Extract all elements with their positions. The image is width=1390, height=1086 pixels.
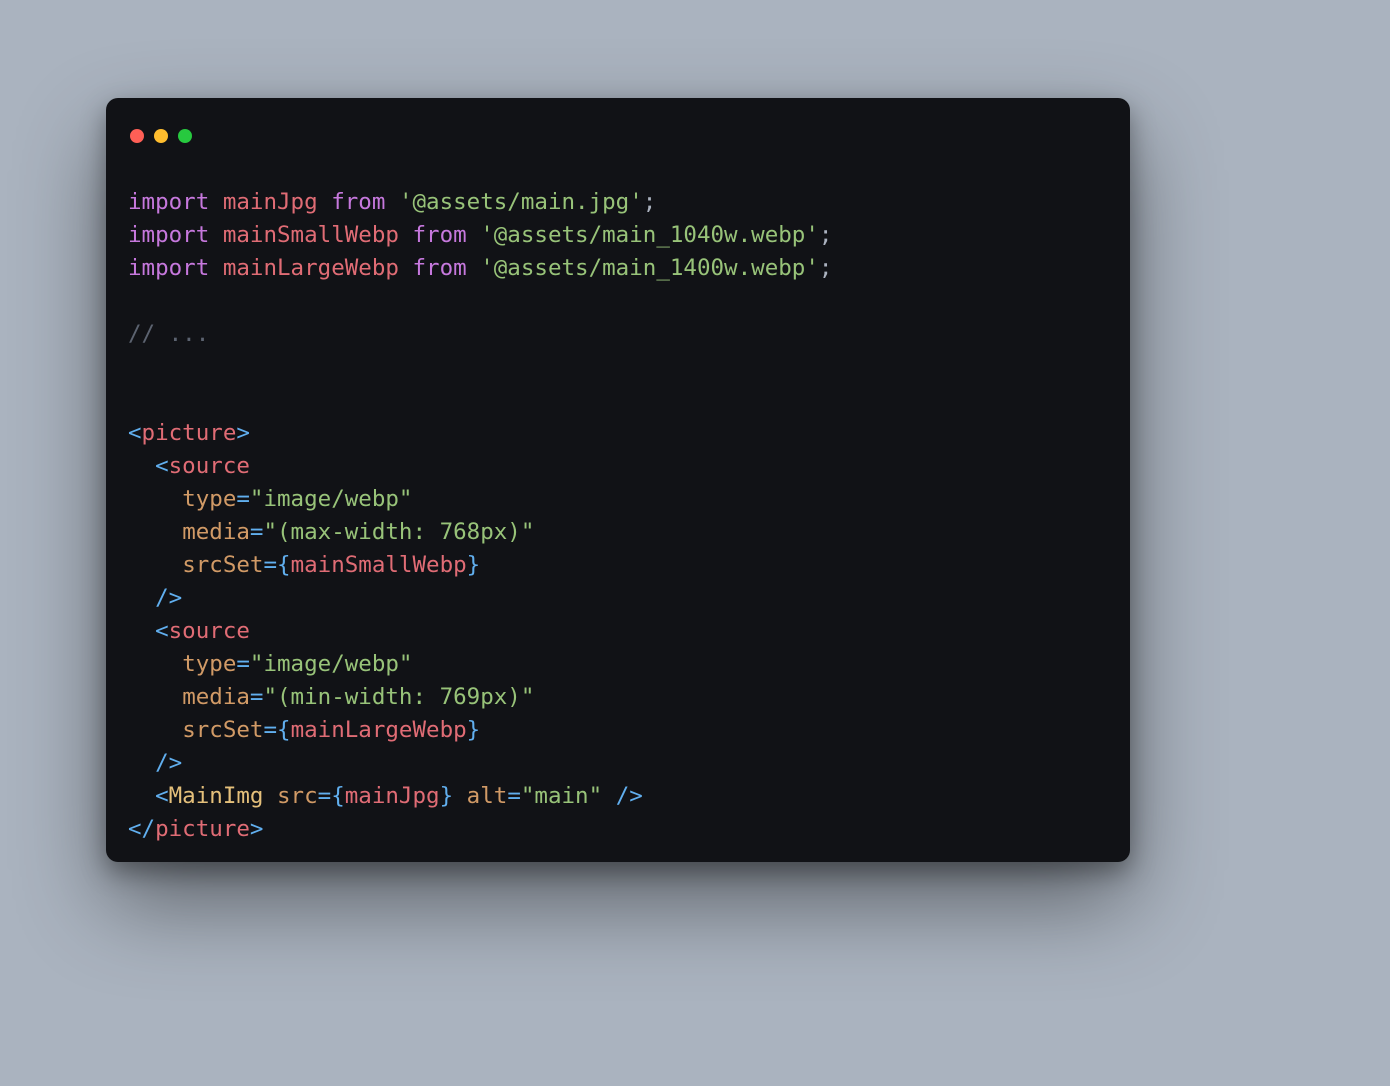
- jsx-attr: srcSet: [182, 717, 263, 743]
- keyword-from: from: [331, 189, 385, 215]
- string-literal: "image/webp": [250, 486, 413, 512]
- keyword-import: import: [128, 255, 209, 281]
- jsx-attr: media: [182, 519, 250, 545]
- close-icon[interactable]: [130, 129, 144, 143]
- string-literal: '@assets/main_1040w.webp': [480, 222, 819, 248]
- punctuation: =: [507, 783, 521, 809]
- brace: }: [467, 552, 481, 578]
- bracket: <: [155, 783, 169, 809]
- window-titlebar: [106, 98, 1130, 158]
- bracket: />: [155, 585, 182, 611]
- jsx-attr: srcSet: [182, 552, 263, 578]
- bracket: />: [155, 750, 182, 776]
- brace: {: [277, 552, 291, 578]
- punctuation: =: [263, 552, 277, 578]
- identifier: mainJpg: [345, 783, 440, 809]
- keyword-from: from: [412, 255, 466, 281]
- identifier: mainSmallWebp: [291, 552, 467, 578]
- jsx-tag: picture: [142, 420, 237, 446]
- punctuation: ;: [819, 255, 833, 281]
- punctuation: =: [263, 717, 277, 743]
- identifier: mainLargeWebp: [223, 255, 399, 281]
- jsx-attr: media: [182, 684, 250, 710]
- code-block: import mainJpg from '@assets/main.jpg'; …: [106, 158, 1130, 862]
- string-literal: "image/webp": [250, 651, 413, 677]
- keyword-import: import: [128, 189, 209, 215]
- bracket: </: [128, 816, 155, 842]
- keyword-import: import: [128, 222, 209, 248]
- jsx-attr: type: [182, 486, 236, 512]
- string-literal: '@assets/main_1400w.webp': [480, 255, 819, 281]
- bracket: />: [616, 783, 643, 809]
- punctuation: =: [236, 651, 250, 677]
- minimize-icon[interactable]: [154, 129, 168, 143]
- jsx-tag: source: [169, 453, 250, 479]
- comment: // ...: [128, 321, 209, 347]
- jsx-component: MainImg: [169, 783, 264, 809]
- punctuation: =: [318, 783, 332, 809]
- punctuation: ;: [819, 222, 833, 248]
- brace: }: [440, 783, 454, 809]
- jsx-attr: alt: [467, 783, 508, 809]
- maximize-icon[interactable]: [178, 129, 192, 143]
- brace: {: [277, 717, 291, 743]
- identifier: mainLargeWebp: [291, 717, 467, 743]
- bracket: >: [236, 420, 250, 446]
- identifier: mainJpg: [223, 189, 318, 215]
- brace: {: [331, 783, 345, 809]
- string-literal: '@assets/main.jpg': [399, 189, 643, 215]
- bracket: >: [250, 816, 264, 842]
- punctuation: =: [236, 486, 250, 512]
- string-literal: "main": [521, 783, 602, 809]
- code-window: import mainJpg from '@assets/main.jpg'; …: [106, 98, 1130, 862]
- string-literal: "(min-width: 769px)": [263, 684, 534, 710]
- jsx-attr: type: [182, 651, 236, 677]
- bracket: <: [155, 453, 169, 479]
- bracket: <: [155, 618, 169, 644]
- keyword-from: from: [412, 222, 466, 248]
- string-literal: "(max-width: 768px)": [263, 519, 534, 545]
- brace: }: [467, 717, 481, 743]
- bracket: <: [128, 420, 142, 446]
- jsx-attr: src: [277, 783, 318, 809]
- jsx-tag: picture: [155, 816, 250, 842]
- jsx-tag: source: [169, 618, 250, 644]
- punctuation: ;: [643, 189, 657, 215]
- punctuation: =: [250, 519, 264, 545]
- punctuation: =: [250, 684, 264, 710]
- identifier: mainSmallWebp: [223, 222, 399, 248]
